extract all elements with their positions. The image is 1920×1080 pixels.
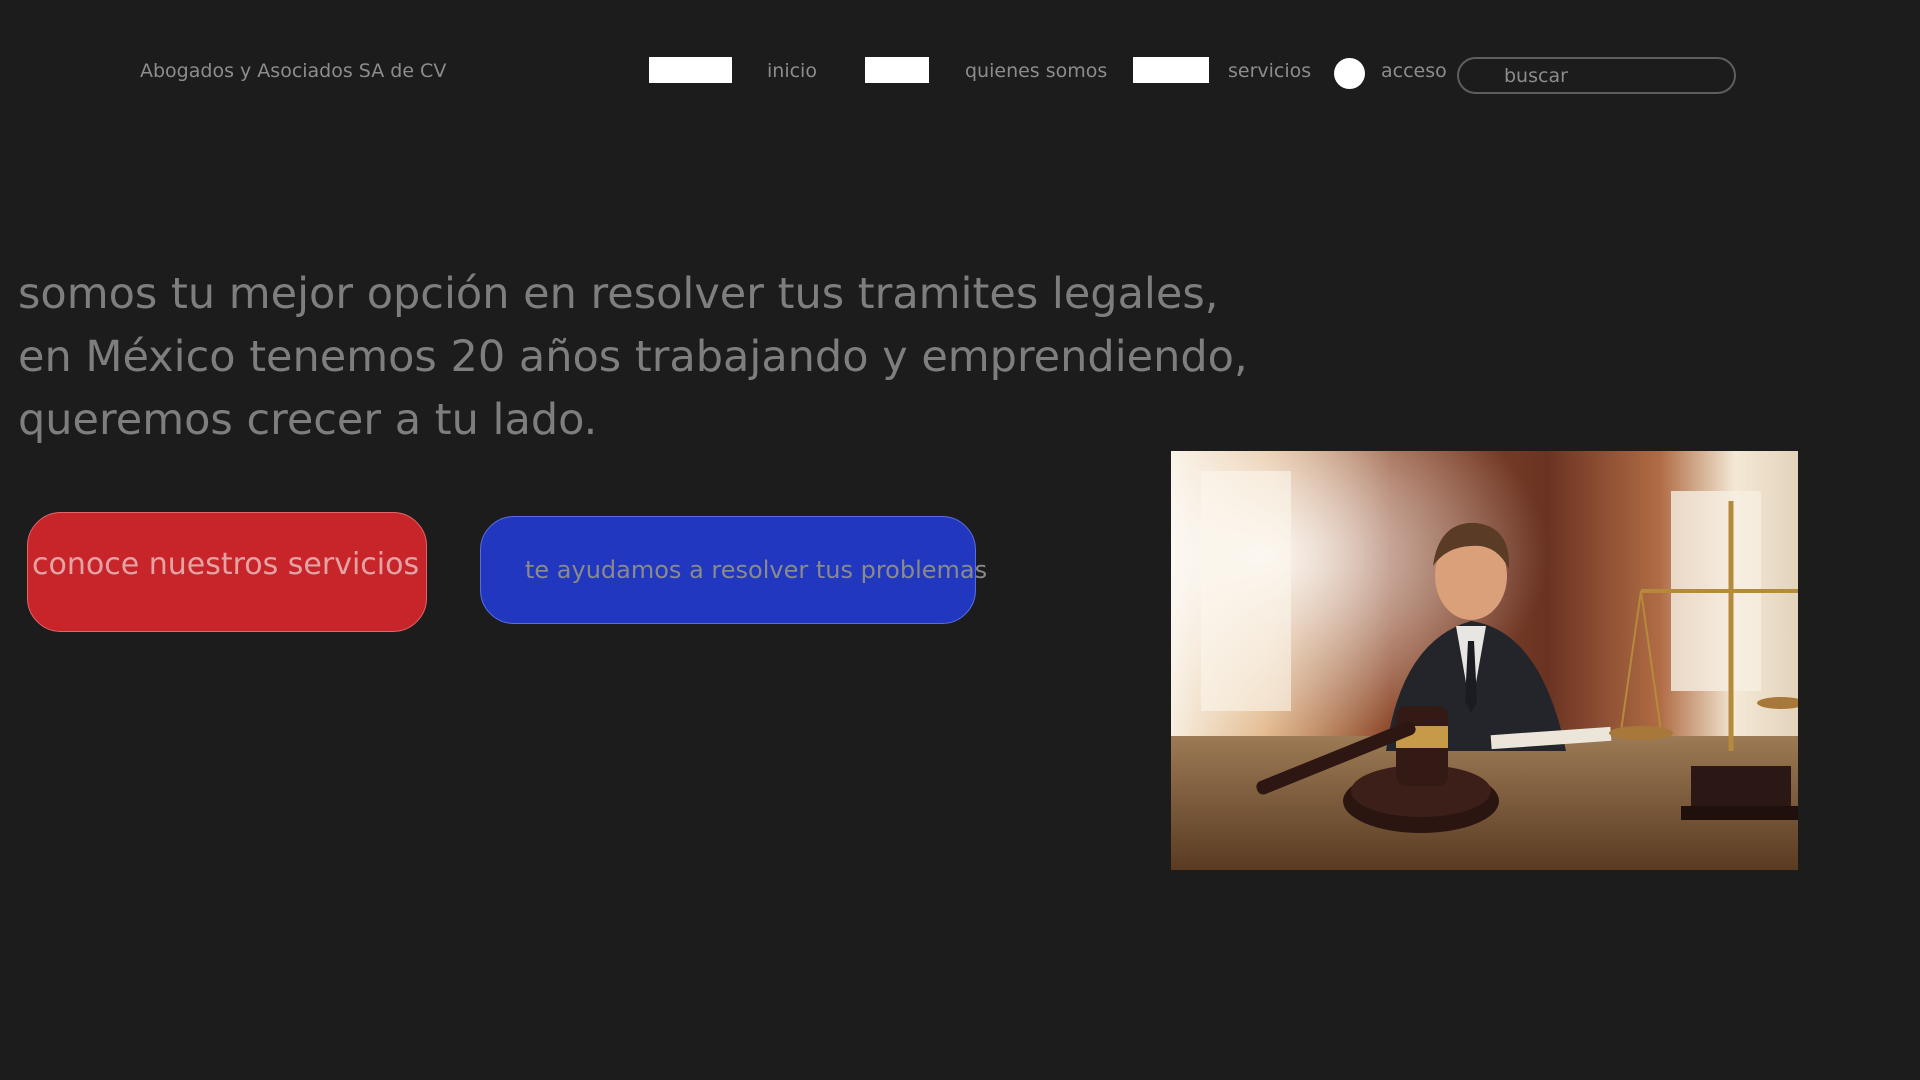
hero-line-1: somos tu mejor opción en resolver tus tr…	[18, 269, 1219, 319]
hero-line-3: queremos crecer a tu lado.	[18, 395, 598, 445]
help-button[interactable]: te ayudamos a resolver tus problemas	[480, 516, 987, 624]
nav-inicio-box[interactable]	[649, 57, 732, 83]
lawyer-photo-illustration	[1171, 451, 1798, 870]
nav-servicios-box[interactable]	[1133, 57, 1209, 83]
acceso-user-icon[interactable]	[1334, 58, 1365, 89]
hero-line-2: en México tenemos 20 años trabajando y e…	[18, 332, 1248, 382]
nav-link-quienes-somos[interactable]: quienes somos	[965, 60, 1107, 82]
lawyer-photo	[1171, 451, 1798, 870]
brand-name[interactable]: Abogados y Asociados SA de CV	[140, 60, 446, 82]
nav-quienes-somos-box[interactable]	[865, 57, 929, 83]
page: Abogados y Asociados SA de CV inicio qui…	[0, 0, 1920, 1080]
nav-link-servicios[interactable]: servicios	[1228, 60, 1311, 82]
nav-link-acceso[interactable]: acceso	[1381, 60, 1447, 82]
hero-headline: somos tu mejor opción en resolver tus tr…	[18, 263, 1248, 452]
nav-link-inicio[interactable]: inicio	[767, 60, 817, 82]
search-input[interactable]	[1457, 57, 1736, 94]
services-button[interactable]: conoce nuestros servicios	[27, 512, 427, 632]
